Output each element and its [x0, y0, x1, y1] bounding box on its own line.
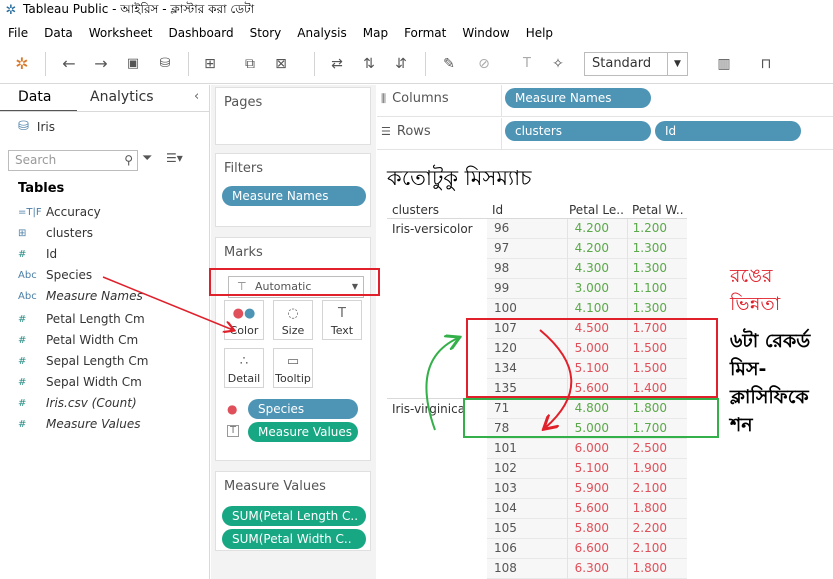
note-line: শন	[730, 414, 753, 436]
note-line: ক্লাসিফিকে	[730, 386, 809, 408]
note-line: রঙের	[730, 265, 773, 287]
red-curve-arrow	[539, 329, 573, 428]
note-line: ভিন্নতা	[730, 293, 781, 315]
note-line: মিস-	[730, 358, 767, 380]
species-to-color-arrow	[102, 276, 233, 330]
note-line: ৬টা রেকর্ড	[730, 330, 811, 352]
green-curve-arrow	[425, 338, 458, 431]
annotation-arrows	[102, 276, 573, 579]
misclassification-note: ৬টা রেকর্ড মিস- ক্লাসিফিকে শন	[730, 327, 810, 439]
color-difference-note: রঙের ভিন্নতা	[730, 262, 780, 318]
